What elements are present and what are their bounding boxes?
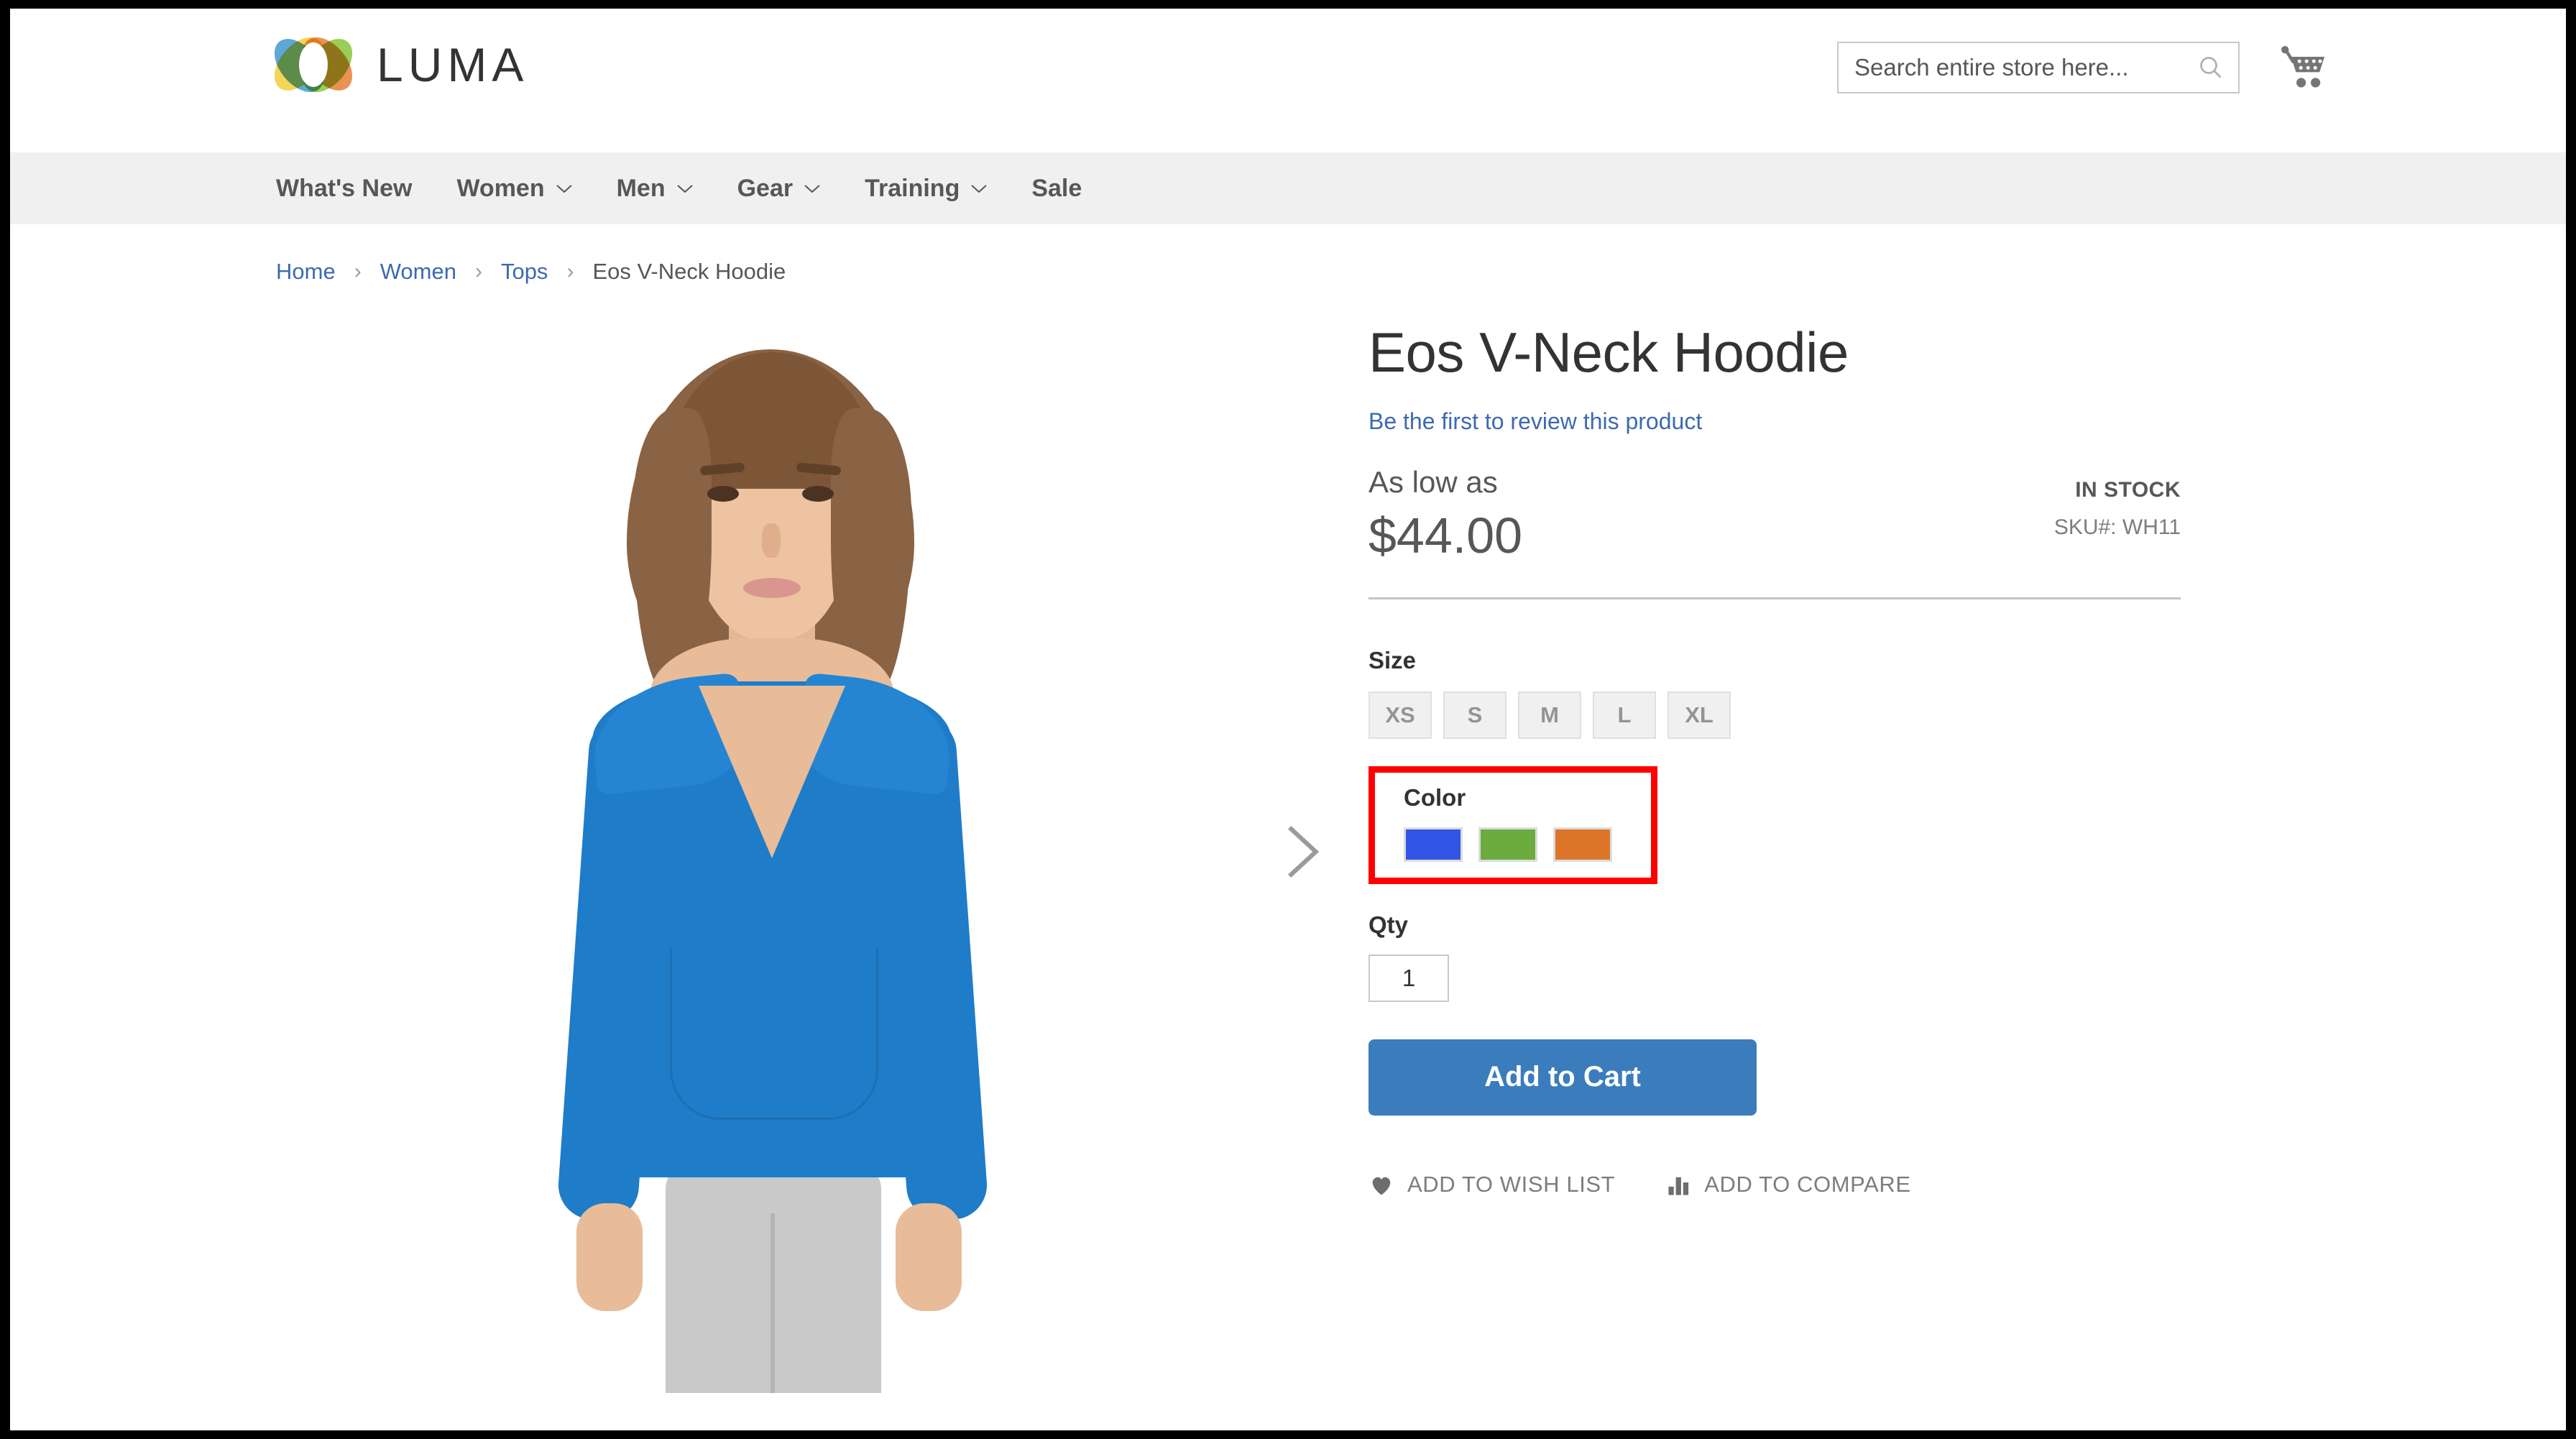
nav-item-women[interactable]: Women bbox=[456, 174, 572, 203]
nav-item-label: Training bbox=[865, 174, 960, 202]
product-gallery bbox=[175, 302, 1354, 1394]
quantity-input[interactable] bbox=[1368, 954, 1449, 1002]
color-swatch-orange[interactable] bbox=[1553, 827, 1612, 862]
color-swatch-green[interactable] bbox=[1478, 827, 1537, 862]
size-option-group: Size XS S M L XL bbox=[1368, 647, 2181, 739]
luma-logo-icon bbox=[264, 27, 362, 102]
chevron-down-icon bbox=[556, 184, 572, 193]
page-frame: LUMA Search entire store here... What's … bbox=[10, 9, 2566, 1430]
stock-sku-block: IN STOCK SKU#: WH11 bbox=[2054, 465, 2181, 540]
size-swatch-m[interactable]: M bbox=[1518, 691, 1581, 739]
size-swatch-list: XS S M L XL bbox=[1368, 691, 2181, 739]
product-sku: SKU#: WH11 bbox=[2054, 515, 2181, 540]
chevron-down-icon bbox=[676, 184, 693, 193]
breadcrumb-link-women[interactable]: Women bbox=[380, 259, 456, 285]
color-label: Color bbox=[1404, 783, 1466, 811]
breadcrumb-separator-icon: › bbox=[474, 259, 482, 283]
logo-text: LUMA bbox=[377, 38, 529, 91]
wish-list-label: ADD TO WISH LIST bbox=[1407, 1171, 1616, 1197]
quantity-group: Qty bbox=[1368, 911, 2181, 1002]
status-badge: IN STOCK bbox=[2075, 477, 2181, 502]
color-option-group: Color bbox=[1368, 766, 1657, 884]
nav-item-label: What's New bbox=[276, 174, 413, 202]
sku-label: SKU#: bbox=[2053, 515, 2117, 539]
heart-icon bbox=[1368, 1173, 1394, 1196]
price-block: As low as $44.00 bbox=[1368, 465, 1522, 564]
main-navigation: What's New Women Men Gear Training Sale bbox=[10, 152, 2566, 224]
as-low-as-label: As low as bbox=[1368, 464, 1498, 499]
nav-item-training[interactable]: Training bbox=[865, 174, 988, 203]
chevron-right-icon[interactable] bbox=[1276, 819, 1327, 884]
search-icon[interactable] bbox=[2198, 55, 2224, 81]
search-box[interactable] bbox=[1837, 42, 2240, 93]
breadcrumb-link-home[interactable]: Home bbox=[276, 259, 336, 285]
sku-value: WH11 bbox=[2122, 515, 2181, 539]
compare-label: ADD TO COMPARE bbox=[1704, 1171, 1911, 1197]
site-header: LUMA bbox=[10, 9, 2566, 152]
size-label: Size bbox=[1368, 646, 1417, 673]
color-swatch-list bbox=[1404, 827, 1651, 862]
shopping-cart-icon[interactable] bbox=[2281, 46, 2329, 89]
header-actions bbox=[1837, 42, 2329, 93]
nav-item-gear[interactable]: Gear bbox=[737, 175, 821, 203]
product-page-main: Eos V-Neck Hoodie Be the first to review… bbox=[10, 285, 2566, 1394]
bar-chart-icon bbox=[1667, 1173, 1691, 1196]
page-title: Eos V-Neck Hoodie bbox=[1368, 321, 1849, 384]
breadcrumb-current: Eos V-Neck Hoodie bbox=[592, 259, 786, 284]
site-logo[interactable]: LUMA bbox=[264, 27, 529, 102]
qty-label: Qty bbox=[1368, 911, 1409, 938]
chevron-down-icon bbox=[971, 184, 988, 193]
product-price: $44.00 bbox=[1368, 507, 1523, 564]
size-swatch-s[interactable]: S bbox=[1443, 691, 1506, 739]
nav-item-what-s-new[interactable]: What's New bbox=[276, 175, 412, 203]
size-swatch-xs[interactable]: XS bbox=[1368, 691, 1432, 739]
nav-item-label: Gear bbox=[737, 174, 794, 202]
add-to-cart-button[interactable]: Add to Cart bbox=[1368, 1039, 1757, 1116]
breadcrumb-separator-icon: › bbox=[566, 259, 574, 283]
review-link[interactable]: Be the first to review this product bbox=[1368, 408, 1702, 435]
nav-item-label: Sale bbox=[1031, 174, 1082, 202]
breadcrumb-separator-icon: › bbox=[354, 259, 362, 283]
breadcrumb-link-tops[interactable]: Tops bbox=[501, 259, 548, 285]
breadcrumb: Home › Women › Tops › Eos V-Neck Hoodie bbox=[10, 224, 2566, 285]
add-to-wish-list-button[interactable]: ADD TO WISH LIST bbox=[1368, 1172, 1615, 1197]
price-stock-row: As low as $44.00 IN STOCK SKU#: WH11 bbox=[1368, 465, 2181, 564]
nav-item-sale[interactable]: Sale bbox=[1031, 175, 1082, 203]
chevron-down-icon bbox=[804, 184, 820, 193]
color-swatch-blue[interactable] bbox=[1404, 827, 1463, 862]
nav-item-label: Men bbox=[616, 174, 666, 202]
divider bbox=[1368, 597, 2181, 599]
add-to-compare-button[interactable]: ADD TO COMPARE bbox=[1667, 1172, 1910, 1197]
size-swatch-l[interactable]: L bbox=[1593, 691, 1656, 739]
product-image[interactable] bbox=[484, 315, 1052, 1393]
secondary-actions: ADD TO WISH LIST ADD TO COMPARE bbox=[1368, 1172, 2181, 1197]
search-input[interactable] bbox=[1839, 43, 2238, 92]
nav-item-label: Women bbox=[456, 174, 545, 202]
nav-item-men[interactable]: Men bbox=[617, 175, 693, 203]
product-info-panel: Eos V-Neck Hoodie Be the first to review… bbox=[1368, 302, 2181, 1394]
size-swatch-xl[interactable]: XL bbox=[1668, 691, 1731, 739]
